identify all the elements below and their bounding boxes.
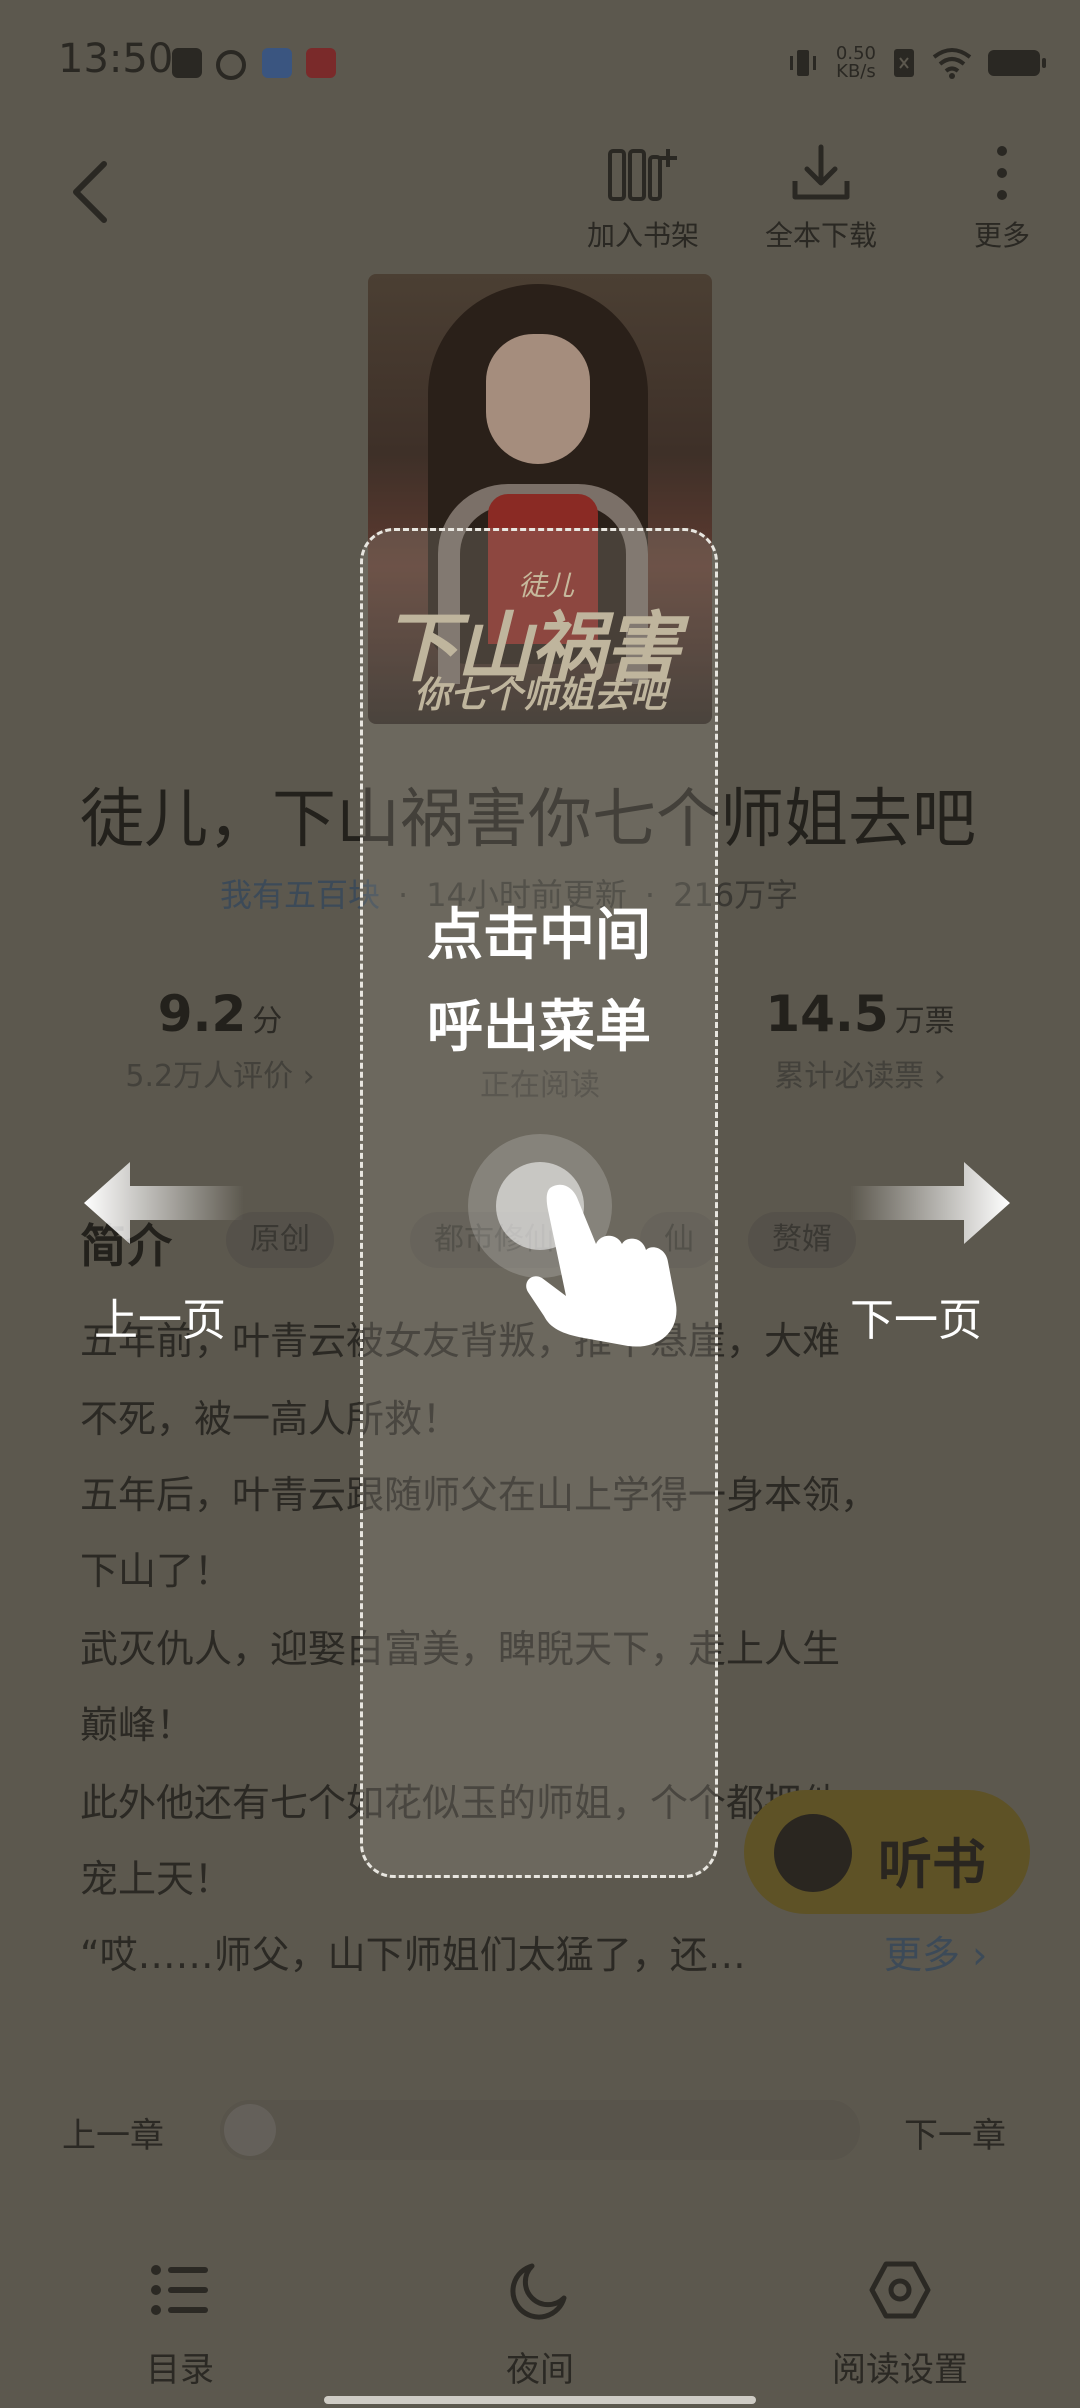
more-label: 更多 — [973, 219, 1030, 252]
toc-button[interactable]: 目录 — [120, 2250, 240, 2391]
listen-button[interactable]: 听书 — [744, 1790, 1030, 1914]
add-shelf-button[interactable]: 加入书架 — [578, 138, 708, 254]
more-button[interactable]: 更多 — [964, 138, 1040, 254]
status-right: 0.50 KB/s — [786, 40, 1046, 86]
settings-label: 阅读设置 — [832, 2350, 968, 2390]
download-all-label: 全本下载 — [764, 219, 877, 252]
progress-knob[interactable] — [224, 2104, 276, 2156]
tag-son-in-law[interactable]: 赘婿 — [748, 1212, 856, 1268]
add-shelf-label: 加入书架 — [586, 219, 699, 252]
leaf-app-icon — [216, 50, 246, 80]
home-indicator[interactable] — [324, 2396, 756, 2404]
right-arrow-icon — [850, 1158, 1010, 1252]
intro-line: 巅峰！ — [80, 1703, 195, 1747]
battery-icon — [988, 50, 1046, 76]
left-arrow-icon — [84, 1158, 244, 1252]
votes-sub: 累计必读票 › — [774, 1059, 946, 1094]
score-value: 9.2 — [157, 985, 247, 1043]
reading-settings-button[interactable]: 阅读设置 — [820, 2250, 980, 2391]
red-app-icon — [306, 48, 336, 78]
more-vertical-icon — [964, 138, 1040, 208]
guide-center-line1: 点击中间 — [427, 903, 651, 968]
net-speed: 0.50 KB/s — [836, 45, 876, 81]
list-icon — [151, 2265, 208, 2315]
prev-page-label: 上一页 — [94, 1295, 226, 1346]
next-page-label: 下一页 — [850, 1295, 982, 1346]
guide-center-line2: 呼出菜单 — [427, 995, 651, 1060]
cloud-app-icon — [262, 48, 292, 78]
votes-unit: 万票 — [894, 1004, 955, 1039]
bookshelf-add-icon — [608, 149, 677, 201]
tap-hand-icon — [466, 1132, 716, 1356]
settings-hexagon-icon — [869, 2261, 931, 2319]
score-sub: 5.2万人评价 › — [125, 1059, 315, 1094]
download-icon — [792, 144, 850, 200]
vibrate-icon — [789, 50, 816, 76]
headphones-icon — [774, 1814, 852, 1892]
intro-line: “哎……师父，山下师姐们太猛了，还… — [80, 1933, 746, 1977]
status-time: 13:50 — [58, 36, 174, 82]
night-label: 夜间 — [506, 2350, 574, 2390]
bag-app-icon — [172, 48, 202, 78]
download-all-button[interactable]: 全本下载 — [756, 138, 886, 254]
chevron-left-icon — [73, 161, 107, 223]
moon-icon — [510, 2263, 567, 2320]
tag-son-in-law-label: 赘婿 — [772, 1222, 832, 1257]
tag-original-label: 原创 — [250, 1222, 310, 1257]
listen-label: 听书 — [878, 1833, 986, 1896]
votes-value: 14.5 — [765, 985, 889, 1043]
net-speed-unit: KB/s — [836, 61, 876, 82]
intro-line: 宠上天！ — [80, 1857, 233, 1901]
score-stat[interactable]: 9.2 分 5.2万人评价 › — [100, 985, 340, 1095]
intro-line: 下山了！ — [80, 1549, 233, 1593]
toc-label: 目录 — [146, 2350, 214, 2390]
status-bar: 13:50 0.50 KB/s — [0, 0, 1080, 120]
top-bar: 加入书架 全本下载 更多 — [0, 130, 1080, 260]
night-mode-button[interactable]: 夜间 — [480, 2250, 600, 2391]
author-link[interactable]: 我有五百块 — [220, 876, 380, 914]
prev-chapter-button[interactable]: 上一章 — [62, 2108, 164, 2157]
score-unit: 分 — [252, 1004, 283, 1039]
back-button[interactable] — [70, 160, 110, 235]
chapter-progress-slider[interactable] — [220, 2100, 860, 2160]
votes-stat[interactable]: 14.5 万票 累计必读票 › — [740, 985, 980, 1095]
sim-icon — [894, 49, 914, 77]
next-chapter-button[interactable]: 下一章 — [904, 2108, 1006, 2157]
intro-more-link[interactable]: 更多 › — [884, 1924, 987, 1979]
wifi-icon — [932, 48, 972, 79]
